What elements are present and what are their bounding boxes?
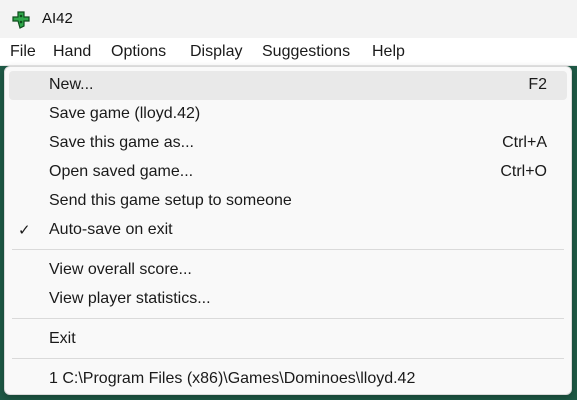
menu-item-auto-save[interactable]: ✓ Auto-save on exit bbox=[9, 216, 567, 245]
menu-item-player-stats[interactable]: View player statistics... bbox=[9, 285, 567, 314]
file-menu-dropdown: New... F2 Save game (lloyd.42) Save this… bbox=[4, 66, 572, 395]
menu-item-save-game[interactable]: Save game (lloyd.42) bbox=[9, 100, 567, 129]
menu-separator bbox=[12, 249, 564, 250]
menu-item-shortcut: F2 bbox=[528, 76, 547, 93]
domino-app-icon bbox=[12, 11, 30, 29]
menu-item-shortcut: Ctrl+A bbox=[502, 134, 547, 151]
title-bar: AI42 bbox=[0, 0, 577, 38]
menu-options[interactable]: Options bbox=[111, 43, 166, 61]
menu-item-label: Open saved game... bbox=[49, 163, 194, 180]
window-title: AI42 bbox=[42, 10, 73, 27]
menu-item-open-saved[interactable]: Open saved game... Ctrl+O bbox=[9, 158, 567, 187]
menu-item-label: Auto-save on exit bbox=[49, 221, 173, 238]
menu-item-label: Save this game as... bbox=[49, 134, 194, 151]
menu-item-exit[interactable]: Exit bbox=[9, 325, 567, 354]
menu-item-shortcut: Ctrl+O bbox=[500, 163, 547, 180]
menu-item-overall-score[interactable]: View overall score... bbox=[9, 256, 567, 285]
menu-item-label: Send this game setup to someone bbox=[49, 192, 292, 209]
menu-separator bbox=[12, 358, 564, 359]
menu-item-label: Save game (lloyd.42) bbox=[49, 105, 201, 122]
menu-suggestions[interactable]: Suggestions bbox=[262, 43, 350, 61]
menu-item-send-setup[interactable]: Send this game setup to someone bbox=[9, 187, 567, 216]
menu-item-new[interactable]: New... F2 bbox=[9, 71, 567, 100]
menu-item-label: View player statistics... bbox=[49, 290, 211, 307]
menu-item-label: 1 C:\Program Files (x86)\Games\Dominoes\… bbox=[49, 370, 416, 387]
menu-item-label: View overall score... bbox=[49, 261, 192, 278]
menu-item-label: New... bbox=[49, 76, 94, 93]
menu-file[interactable]: File bbox=[10, 43, 36, 61]
menu-separator bbox=[12, 318, 564, 319]
menu-display[interactable]: Display bbox=[190, 43, 242, 61]
app-window: AI42 File Hand Options Display Suggestio… bbox=[0, 0, 577, 400]
menu-help[interactable]: Help bbox=[372, 43, 405, 61]
menu-item-save-as[interactable]: Save this game as... Ctrl+A bbox=[9, 129, 567, 158]
menu-bar: File Hand Options Display Suggestions He… bbox=[0, 38, 577, 66]
menu-item-label: Exit bbox=[49, 330, 76, 347]
menu-item-recent-file[interactable]: 1 C:\Program Files (x86)\Games\Dominoes\… bbox=[9, 365, 567, 394]
menu-hand[interactable]: Hand bbox=[53, 43, 91, 61]
checkmark-icon: ✓ bbox=[18, 222, 31, 239]
